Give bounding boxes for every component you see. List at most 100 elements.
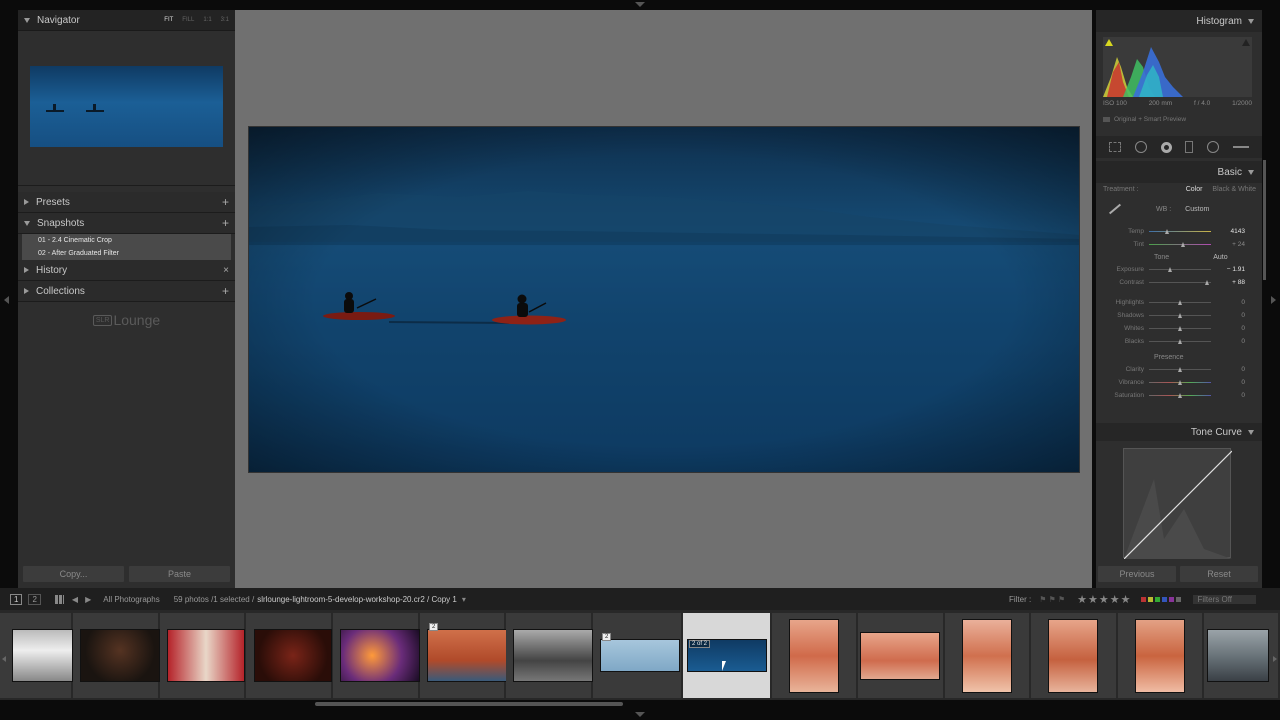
tint-track[interactable] <box>1149 242 1211 247</box>
rating-filter-stars[interactable]: ★★★★★ <box>1077 593 1131 606</box>
add-preset-icon[interactable]: + <box>222 195 229 209</box>
zoom-fit[interactable]: FIT <box>164 17 173 23</box>
vibrance-slider-handle[interactable] <box>1177 380 1182 385</box>
tone-curve-header[interactable]: Tone Curve <box>1096 423 1262 441</box>
filmstrip-cell[interactable] <box>0 613 73 698</box>
basic-header[interactable]: Basic <box>1096 161 1262 183</box>
filmstrip-cell[interactable] <box>73 613 160 698</box>
temp-value[interactable]: 4143 <box>1211 228 1245 235</box>
stack-badge[interactable]: 2 <box>429 623 439 631</box>
filmstrip-thumbnail[interactable] <box>1207 629 1269 682</box>
slider-contrast[interactable]: Contrast + 88 <box>1096 276 1262 289</box>
reset-button[interactable]: Reset <box>1180 566 1258 582</box>
filmstrip-thumbnail[interactable] <box>513 629 593 682</box>
spot-removal-icon[interactable] <box>1134 141 1147 153</box>
grid-view-icon[interactable] <box>54 594 64 604</box>
vibrance-value[interactable]: 0 <box>1211 379 1245 386</box>
saturation-value[interactable]: 0 <box>1211 392 1245 399</box>
left-panel-toggle-icon[interactable] <box>4 296 9 304</box>
filmstrip-cell[interactable] <box>1204 613 1278 698</box>
filmstrip-scroll-left-icon[interactable] <box>2 656 6 662</box>
whites-track[interactable] <box>1149 326 1211 331</box>
filmstrip-thumbnail[interactable] <box>340 629 420 682</box>
contrast-track[interactable] <box>1149 280 1211 285</box>
filmstrip-cell[interactable] <box>858 613 943 698</box>
wb-select[interactable]: Custom <box>1185 206 1209 213</box>
histogram-graph[interactable] <box>1103 37 1252 97</box>
slider-shadows[interactable]: Shadows 0 <box>1096 309 1262 322</box>
filmstrip-thumbnail[interactable] <box>12 629 73 682</box>
collapse-triangle-icon[interactable] <box>24 220 30 226</box>
filmstrip-cell[interactable]: 2 <box>593 613 681 698</box>
auto-tone-button[interactable]: Auto <box>1213 254 1227 261</box>
whites-value[interactable]: 0 <box>1211 325 1245 332</box>
exposure-value[interactable]: − 1.91 <box>1211 266 1245 273</box>
temp-slider-handle[interactable] <box>1165 229 1170 234</box>
history-section[interactable]: History × <box>18 260 235 281</box>
main-photo[interactable] <box>248 126 1080 473</box>
presets-section[interactable]: Presets + <box>18 192 235 213</box>
slider-tint[interactable]: Tint + 24 <box>1096 238 1262 251</box>
navigator-thumbnail[interactable] <box>30 66 223 147</box>
filmstrip-cell[interactable]: 2 <box>420 613 507 698</box>
filmstrip-scrollbar[interactable] <box>315 702 623 706</box>
right-scrollbar[interactable] <box>1263 160 1266 280</box>
stack-badge[interactable]: 2 of 2 <box>689 640 711 648</box>
right-panel-toggle-icon[interactable] <box>1271 296 1276 304</box>
collapse-triangle-icon[interactable] <box>24 17 30 23</box>
filmstrip-cell[interactable] <box>1031 613 1116 698</box>
treatment-bw[interactable]: Black & White <box>1212 186 1256 193</box>
filmstrip-thumbnail[interactable] <box>1048 618 1098 693</box>
expand-triangle-icon[interactable] <box>24 288 29 294</box>
radial-filter-icon[interactable] <box>1207 141 1220 153</box>
color-label-filter[interactable] <box>1141 596 1182 602</box>
filmstrip-cell[interactable]: 2 of 2 <box>683 613 770 698</box>
contrast-value[interactable]: + 88 <box>1211 279 1245 286</box>
copy-button[interactable]: Copy... <box>23 566 124 582</box>
expand-triangle-icon[interactable] <box>24 267 29 273</box>
filmstrip-cell[interactable] <box>945 613 1029 698</box>
shadow-clipping-icon[interactable] <box>1105 39 1113 46</box>
filmstrip-thumbnail[interactable] <box>962 618 1012 693</box>
exposure-slider-handle[interactable] <box>1168 267 1173 272</box>
shadows-track[interactable] <box>1149 313 1211 318</box>
clarity-value[interactable]: 0 <box>1211 366 1245 373</box>
filmstrip-cell[interactable] <box>333 613 420 698</box>
highlights-slider-handle[interactable] <box>1177 300 1182 305</box>
treatment-color[interactable]: Color <box>1186 186 1203 193</box>
filmstrip-thumbnail[interactable] <box>600 639 680 672</box>
monitor-1-button[interactable]: 1 <box>10 593 23 605</box>
slider-clarity[interactable]: Clarity 0 <box>1096 363 1262 376</box>
filmstrip-thumbnail[interactable] <box>1135 618 1185 693</box>
collections-section[interactable]: Collections + <box>18 281 235 302</box>
temp-track[interactable] <box>1149 229 1211 234</box>
filters-off-select[interactable]: Filters Off <box>1193 594 1256 604</box>
saturation-track[interactable] <box>1149 393 1211 398</box>
navigator-header[interactable]: Navigator FIT FILL 1:1 3:1 <box>18 10 235 31</box>
slider-saturation[interactable]: Saturation 0 <box>1096 389 1262 402</box>
filmstrip-cell[interactable] <box>160 613 245 698</box>
flag-filter-icons[interactable]: ⚑ ⚑ ⚑ <box>1039 595 1065 604</box>
tint-slider-handle[interactable] <box>1180 242 1185 247</box>
tint-value[interactable]: + 24 <box>1211 241 1245 248</box>
filmstrip-thumbnail[interactable] <box>254 629 332 682</box>
add-snapshot-icon[interactable]: + <box>222 216 229 230</box>
filmstrip-scroll-right-icon[interactable] <box>1273 656 1277 662</box>
add-collection-icon[interactable]: + <box>222 284 229 298</box>
slider-vibrance[interactable]: Vibrance 0 <box>1096 376 1262 389</box>
clarity-slider-handle[interactable] <box>1177 367 1182 372</box>
shadows-value[interactable]: 0 <box>1211 312 1245 319</box>
expand-triangle-icon[interactable] <box>24 199 29 205</box>
filmstrip-cell[interactable] <box>772 613 856 698</box>
slider-temp[interactable]: Temp 4143 <box>1096 225 1262 238</box>
vibrance-track[interactable] <box>1149 380 1211 385</box>
collapse-triangle-icon[interactable] <box>1248 18 1254 24</box>
highlights-value[interactable]: 0 <box>1211 299 1245 306</box>
snapshots-section[interactable]: Snapshots + <box>18 213 235 234</box>
slider-blacks[interactable]: Blacks 0 <box>1096 335 1262 348</box>
crop-tool-icon[interactable] <box>1108 142 1121 152</box>
blacks-slider-handle[interactable] <box>1177 339 1182 344</box>
shadows-slider-handle[interactable] <box>1177 313 1182 318</box>
zoom-fill[interactable]: FILL <box>182 17 194 23</box>
red-eye-icon[interactable] <box>1160 141 1172 153</box>
